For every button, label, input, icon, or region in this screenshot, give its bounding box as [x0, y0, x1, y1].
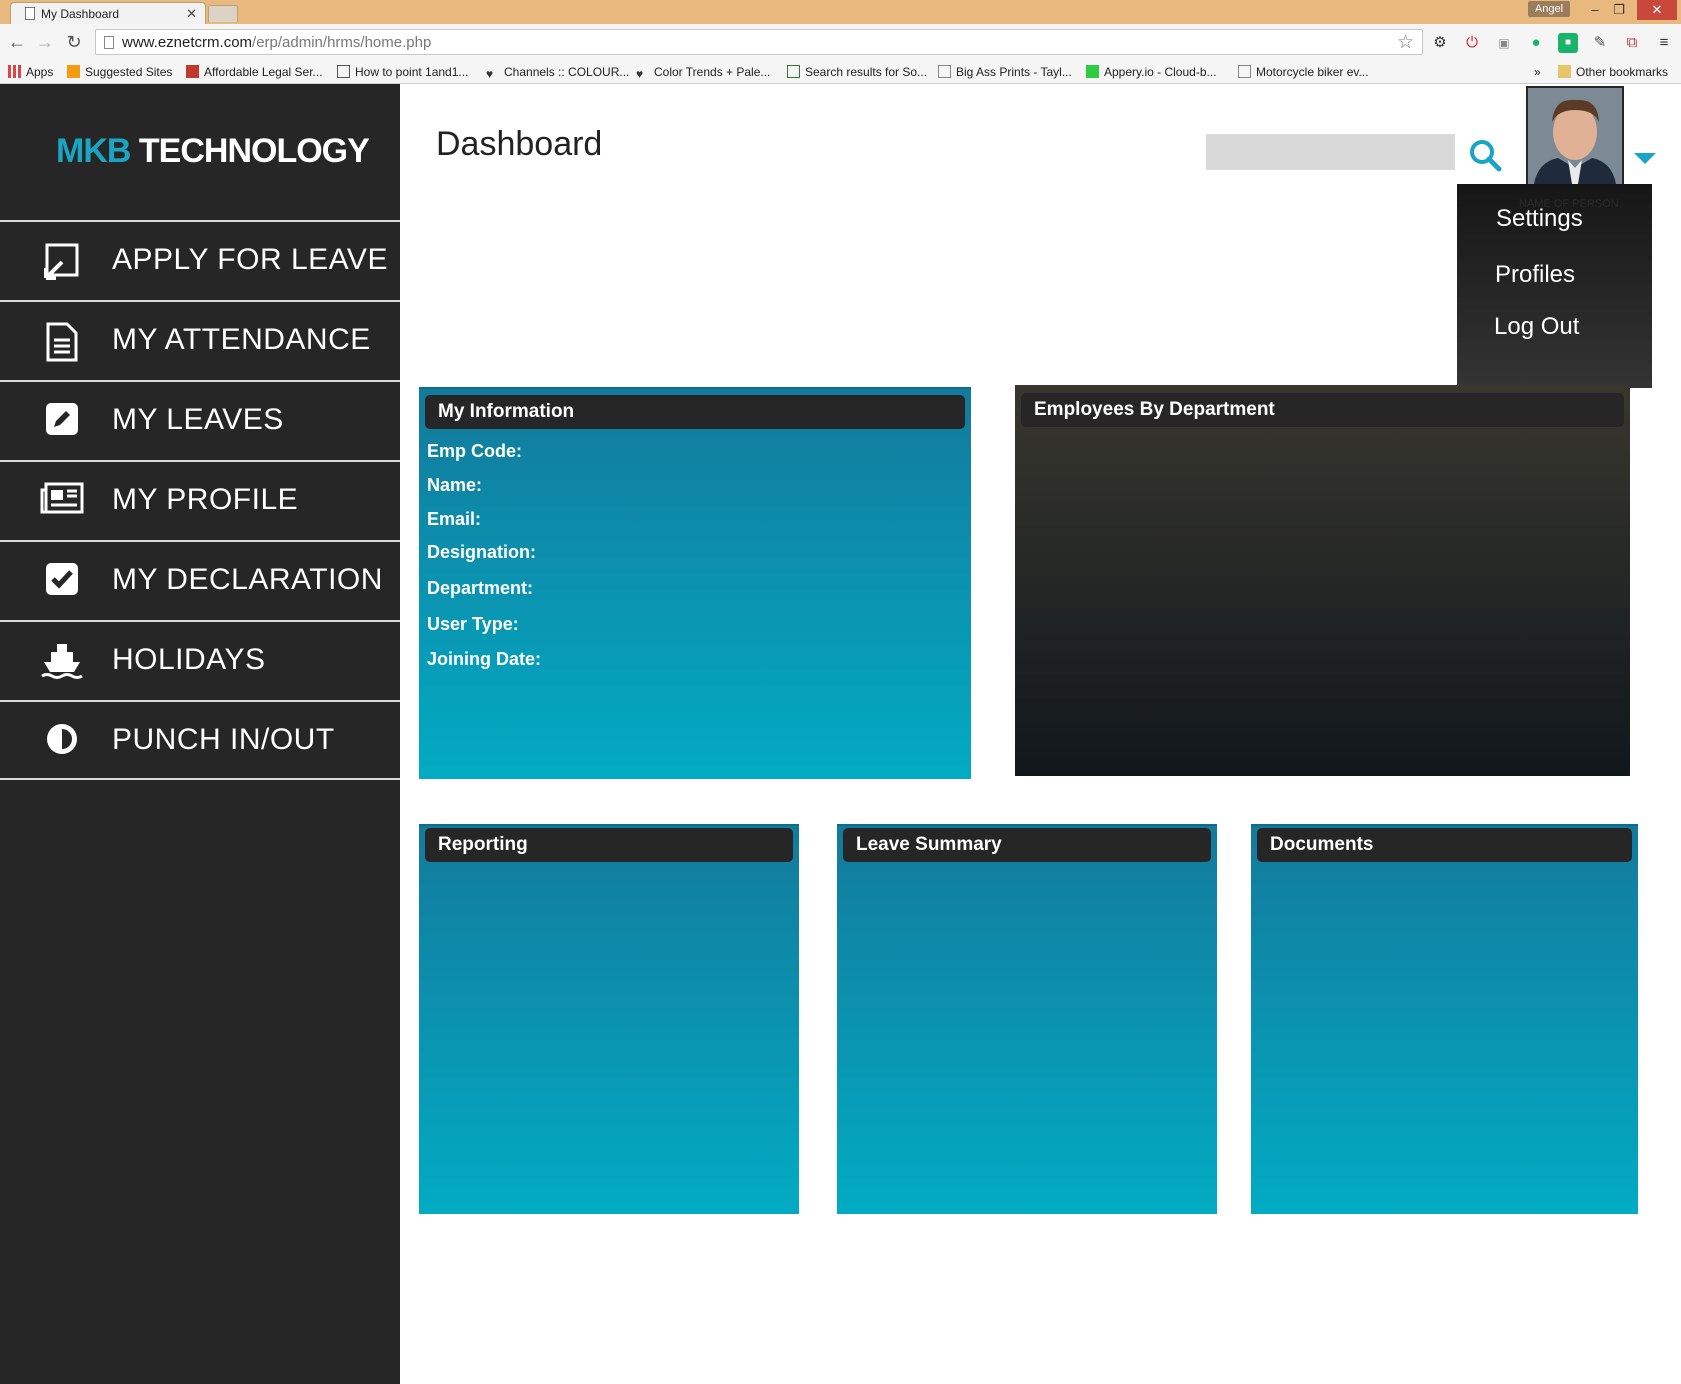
suggested-sites-icon	[67, 65, 80, 78]
half-circle-icon	[40, 722, 84, 762]
fi-icon	[787, 65, 800, 78]
company-logo: MKB TECHNOLOGY	[56, 132, 370, 170]
browser-toolbar: ← → ↻ www.eznetcrm.com/erp/admin/hrms/ho…	[0, 24, 1681, 62]
search-icon[interactable]	[1468, 138, 1502, 172]
info-label-department: Department:	[427, 578, 534, 598]
page-icon	[25, 7, 35, 20]
info-label-user-type: User Type:	[427, 614, 519, 634]
sidebar: MKB TECHNOLOGY APPLY FOR LEAVE MY ATTEND…	[0, 84, 400, 1384]
bookmark-item[interactable]: Search results for So...	[787, 65, 927, 79]
checkbox-icon	[40, 562, 84, 602]
adblock-icon[interactable]: ⏻	[1462, 33, 1482, 53]
bookmark-item[interactable]: How to point 1and1...	[337, 65, 468, 79]
tab-title: My Dashboard	[41, 7, 120, 21]
bookmark-star-icon[interactable]: ☆	[1397, 31, 1414, 54]
gear-icon[interactable]: ⚙	[1430, 33, 1450, 53]
grammarly-icon[interactable]: ●	[1526, 33, 1546, 53]
card-header: Documents	[1257, 828, 1632, 862]
bookmark-item[interactable]: Appery.io - Cloud-b...	[1086, 65, 1217, 79]
sidebar-item-apply-for-leave[interactable]: APPLY FOR LEAVE	[0, 220, 400, 300]
other-bookmarks[interactable]: Other bookmarks	[1558, 65, 1668, 79]
minimize-icon[interactable]: ‒	[1583, 0, 1607, 20]
r-logo-icon	[186, 65, 199, 78]
bookmarks-overflow[interactable]: »	[1534, 65, 1541, 79]
browser-profile-badge[interactable]: Angel	[1528, 1, 1570, 17]
browser-title-bar: My Dashboard ✕ Angel ‒ ❐ ✕	[0, 0, 1681, 24]
my-information-card: My Information Emp Code: Name: Email: De…	[419, 387, 971, 779]
pencil-square-icon	[40, 402, 84, 442]
user-dropdown-menu: NAME OF PERSON Settings Profiles Log Out	[1457, 184, 1652, 388]
restore-icon[interactable]: ❐	[1607, 0, 1631, 20]
reload-icon[interactable]: ↻	[63, 31, 85, 53]
eyedropper-icon[interactable]: ✎	[1590, 33, 1610, 53]
sidebar-item-holidays[interactable]: HOLIDAYS	[0, 620, 400, 700]
info-label-emp-code: Emp Code:	[427, 441, 523, 461]
info-label-joining-date: Joining Date:	[427, 649, 542, 669]
page-icon	[1238, 65, 1251, 78]
heart-icon: ♥	[486, 67, 494, 81]
page-icon	[104, 36, 114, 49]
ship-icon	[40, 642, 84, 682]
bookmark-item[interactable]: Affordable Legal Ser...	[186, 65, 323, 79]
browser-tab[interactable]: My Dashboard ✕	[10, 2, 206, 24]
translate-extension-icon[interactable]: ⧉	[1622, 33, 1642, 53]
search-input[interactable]	[1206, 134, 1455, 170]
chevron-down-icon[interactable]	[1634, 153, 1656, 164]
forward-icon[interactable]: →	[34, 31, 56, 53]
info-list: Emp Code: Name: Email: Designation: Depa…	[427, 441, 541, 683]
sidebar-item-my-leaves[interactable]: MY LEAVES	[0, 380, 400, 460]
folder-icon	[1558, 65, 1571, 78]
documents-card: Documents	[1251, 824, 1638, 1214]
back-icon[interactable]: ←	[6, 31, 28, 53]
card-header: My Information	[425, 395, 965, 429]
green-extension-icon[interactable]: ■	[1558, 33, 1578, 53]
sidebar-item-punch-in-out[interactable]: PUNCH IN/OUT	[0, 700, 400, 780]
heart-icon: ♥	[636, 67, 644, 81]
apps-grid-icon	[8, 65, 21, 78]
bookmarks-bar: Apps Suggested Sites Affordable Legal Se…	[0, 62, 1681, 84]
new-tab-button[interactable]	[208, 5, 238, 22]
bookmark-item[interactable]: Suggested Sites	[67, 65, 172, 79]
reporting-card: Reporting	[419, 824, 799, 1214]
document-icon	[40, 322, 84, 362]
linkedin-extension-icon[interactable]: ▣	[1494, 33, 1514, 53]
info-label-name: Name:	[427, 475, 483, 495]
leave-summary-card: Leave Summary	[837, 824, 1217, 1214]
bookmark-item[interactable]: Motorcycle biker ev...	[1238, 65, 1368, 79]
newspaper-icon	[40, 482, 84, 522]
bookmark-item[interactable]: ♥ Channels :: COLOUR...	[486, 65, 629, 81]
url-text: www.eznetcrm.com/erp/admin/hrms/home.php	[122, 34, 432, 51]
menu-item-profiles[interactable]: Profiles	[1495, 261, 1575, 289]
window-close-icon[interactable]: ✕	[1637, 0, 1677, 20]
menu-icon[interactable]: ≡	[1654, 33, 1674, 53]
bookmark-apps[interactable]: Apps	[8, 65, 53, 79]
bookmark-item[interactable]: Big Ass Prints - Tayl...	[938, 65, 1072, 79]
avatar[interactable]	[1526, 86, 1624, 186]
rml-icon	[337, 65, 350, 78]
address-bar[interactable]: www.eznetcrm.com/erp/admin/hrms/home.php…	[95, 29, 1423, 55]
card-header: Employees By Department	[1021, 393, 1624, 427]
info-label-email: Email:	[427, 509, 482, 529]
card-header: Leave Summary	[843, 828, 1211, 862]
sidebar-item-my-profile[interactable]: MY PROFILE	[0, 460, 400, 540]
info-label-designation: Designation:	[427, 542, 537, 562]
page-title: Dashboard	[436, 125, 603, 163]
sidebar-item-my-declaration[interactable]: MY DECLARATION	[0, 540, 400, 620]
card-header: Reporting	[425, 828, 793, 862]
menu-item-log-out[interactable]: Log Out	[1494, 313, 1579, 341]
bookmark-item[interactable]: ♥ Color Trends + Pale...	[636, 65, 770, 81]
edit-box-icon	[40, 242, 84, 282]
employees-by-department-card: Employees By Department	[1015, 385, 1630, 776]
appery-icon	[1086, 65, 1099, 78]
menu-item-settings[interactable]: Settings	[1496, 205, 1583, 233]
sidebar-nav: APPLY FOR LEAVE MY ATTENDANCE MY LEAVES …	[0, 220, 400, 780]
page-icon	[938, 65, 951, 78]
close-tab-icon[interactable]: ✕	[186, 6, 197, 22]
sidebar-item-my-attendance[interactable]: MY ATTENDANCE	[0, 300, 400, 380]
